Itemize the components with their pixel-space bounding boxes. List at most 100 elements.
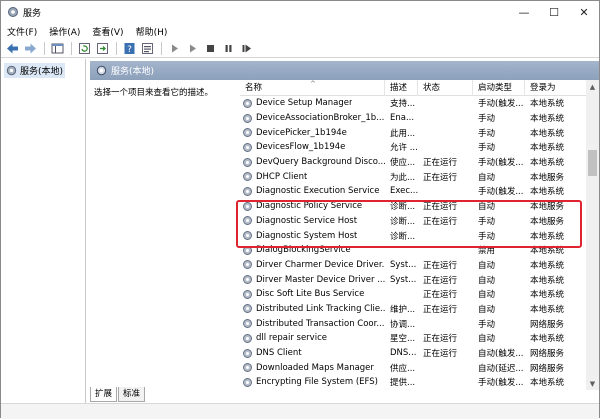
service-row[interactable]: dll repair service 星空... 正在运行 自动 本地系统 [240,331,586,346]
service-startup-type: 手动(触发... [478,99,524,110]
service-row[interactable]: Downloaded Maps Manager 供应... 自动(延迟... 网络服务 [240,360,586,375]
service-startup-type: 手动(触发... [478,378,524,389]
tab-extended[interactable]: 扩展 [90,387,118,402]
properties-icon[interactable] [139,40,155,56]
svg-text:?: ? [127,45,132,55]
service-row[interactable]: Disc Soft Lite Bus Service 正在运行 自动 本地系统 [240,287,586,302]
status-bar [1,403,599,419]
service-row[interactable]: DevQuery Background Disco... 使应... 正在运行 手动(… [240,155,586,170]
column-header-startup-type[interactable]: 启动类型 [473,80,525,96]
service-status: 正在运行 [423,158,458,169]
service-row[interactable]: Dirver Master Device Driver ... Syst... 正在… [240,272,586,287]
content-header-title: 服务(本地) [111,67,155,77]
service-startup-type: 手动(触发... [478,158,524,169]
service-description: DNS... [390,348,417,359]
service-row[interactable]: DHCP Client 为此... 正在运行 自动 本地服务 [240,169,586,184]
service-name: Distributed Transaction Coor... [240,318,385,329]
service-row[interactable]: Encrypting File System (EFS) 提供... 手动(触发..… [240,375,586,390]
show-console-tree-icon[interactable] [49,40,65,56]
services-window: 服务 — ☐ ✕ 文件(F) 操作(A) 查看(V) 帮助(H) ? 服务(本地… [0,0,600,419]
service-description: 为此... [390,172,416,183]
start-service-icon[interactable] [166,40,182,56]
service-description: 协调... [390,319,416,330]
service-row[interactable]: Device Setup Manager 支持... 手动(触发... 本地系统 [240,96,586,111]
service-startup-type: 自动 [478,334,496,345]
service-logon-as: 本地系统 [530,275,565,286]
service-name: Disc Soft Lite Bus Service [240,289,385,300]
description-pane: 选择一个项目来查看它的描述。 [90,80,240,403]
scroll-down-icon[interactable]: ▼ [586,377,599,390]
view-tabs: 扩展 标准 [90,387,146,403]
service-status: 正在运行 [423,275,458,286]
scroll-up-icon[interactable]: ▲ [586,80,599,93]
scrollbar-thumb[interactable] [588,150,597,176]
service-row[interactable]: DevicePicker_1b194e 此用... 手动 本地系统 [240,125,586,140]
service-name: DevQuery Background Disco... [240,157,385,168]
column-header-description[interactable]: 描述 [385,80,418,96]
restart-service-icon[interactable] [238,40,254,56]
service-description: 提供... [390,378,416,389]
service-gear-icon [243,363,252,373]
service-row[interactable]: DeviceAssociationBroker_1b... Ena... 手动 本地系… [240,111,586,126]
sort-ascending-icon: ^ [310,80,316,88]
maximize-button[interactable]: ☐ [539,1,569,23]
tree-item-services-local[interactable]: 服务(本地) [4,63,66,78]
service-gear-icon [243,289,252,299]
service-logon-as: 本地系统 [530,114,565,125]
description-prompt: 选择一个项目来查看它的描述。 [94,88,214,98]
service-gear-icon [243,157,252,167]
service-gear-icon [243,172,252,182]
service-name: DHCP Client [240,171,385,182]
export-list-icon[interactable] [94,40,110,56]
service-gear-icon [243,348,252,358]
service-startup-type: 手动 [478,128,496,139]
menu-action[interactable]: 操作(A) [43,25,86,38]
service-logon-as: 本地系统 [530,378,565,389]
service-description: 星空... [390,334,416,345]
toolbar: ? [1,39,599,58]
close-button[interactable]: ✕ [569,1,599,23]
service-gear-icon [243,128,252,138]
service-gear-icon [243,113,252,123]
column-header-status[interactable]: 状态 [418,80,473,96]
window-title: 服务 [23,9,42,19]
menu-file[interactable]: 文件(F) [1,25,43,38]
service-logon-as: 本地服务 [530,172,565,183]
service-startup-type: 手动 [478,143,496,154]
service-row[interactable]: Distributed Transaction Coor... 协调... 手动 网络… [240,316,586,331]
services-app-icon [8,7,18,17]
service-row[interactable]: Dirver Charmer Device Driver... Syst... 正在… [240,258,586,273]
forward-icon[interactable] [22,40,38,56]
service-logon-as: 本地系统 [530,304,565,315]
refresh-icon[interactable] [76,40,92,56]
service-row[interactable]: Distributed Link Tracking Clie... 维护... 正在… [240,302,586,317]
vertical-scrollbar[interactable]: ▲ ▼ [586,80,599,390]
service-logon-as: 本地系统 [530,260,565,271]
pause-service-icon[interactable] [220,40,236,56]
title-bar: 服务 — ☐ ✕ [1,1,599,23]
service-row[interactable]: DevicesFlow_1b194e 允许 ... 手动 本地系统 [240,140,586,155]
menu-help[interactable]: 帮助(H) [130,25,174,38]
service-row[interactable]: Diagnostic Execution Service Exec... 手动(触发… [240,184,586,199]
menu-bar: 文件(F) 操作(A) 查看(V) 帮助(H) [1,23,599,39]
service-gear-icon [243,333,252,343]
tab-standard[interactable]: 标准 [118,387,146,402]
column-header-logon-as[interactable]: 登录为 [525,80,586,96]
service-row[interactable]: DNS Client DNS... 正在运行 自动(触发... 网络服务 [240,346,586,361]
pause-alt-icon[interactable] [184,40,200,56]
service-status: 正在运行 [423,349,458,360]
service-name: Dirver Charmer Device Driver... [240,259,385,270]
column-header-name[interactable]: ^ 名称 [240,80,385,96]
service-name: DevicesFlow_1b194e [240,142,385,153]
service-name: dll repair service [240,333,385,344]
help-icon[interactable]: ? [121,40,137,56]
minimize-button[interactable]: — [509,1,539,23]
back-icon[interactable] [4,40,20,56]
menu-view[interactable]: 查看(V) [86,25,129,38]
service-startup-type: 手动 [478,319,496,330]
service-logon-as: 本地系统 [530,99,565,110]
service-logon-as: 本地系统 [530,187,565,198]
stop-service-icon[interactable] [202,40,218,56]
services-header-icon [96,65,107,76]
service-logon-as: 本地系统 [530,128,565,139]
